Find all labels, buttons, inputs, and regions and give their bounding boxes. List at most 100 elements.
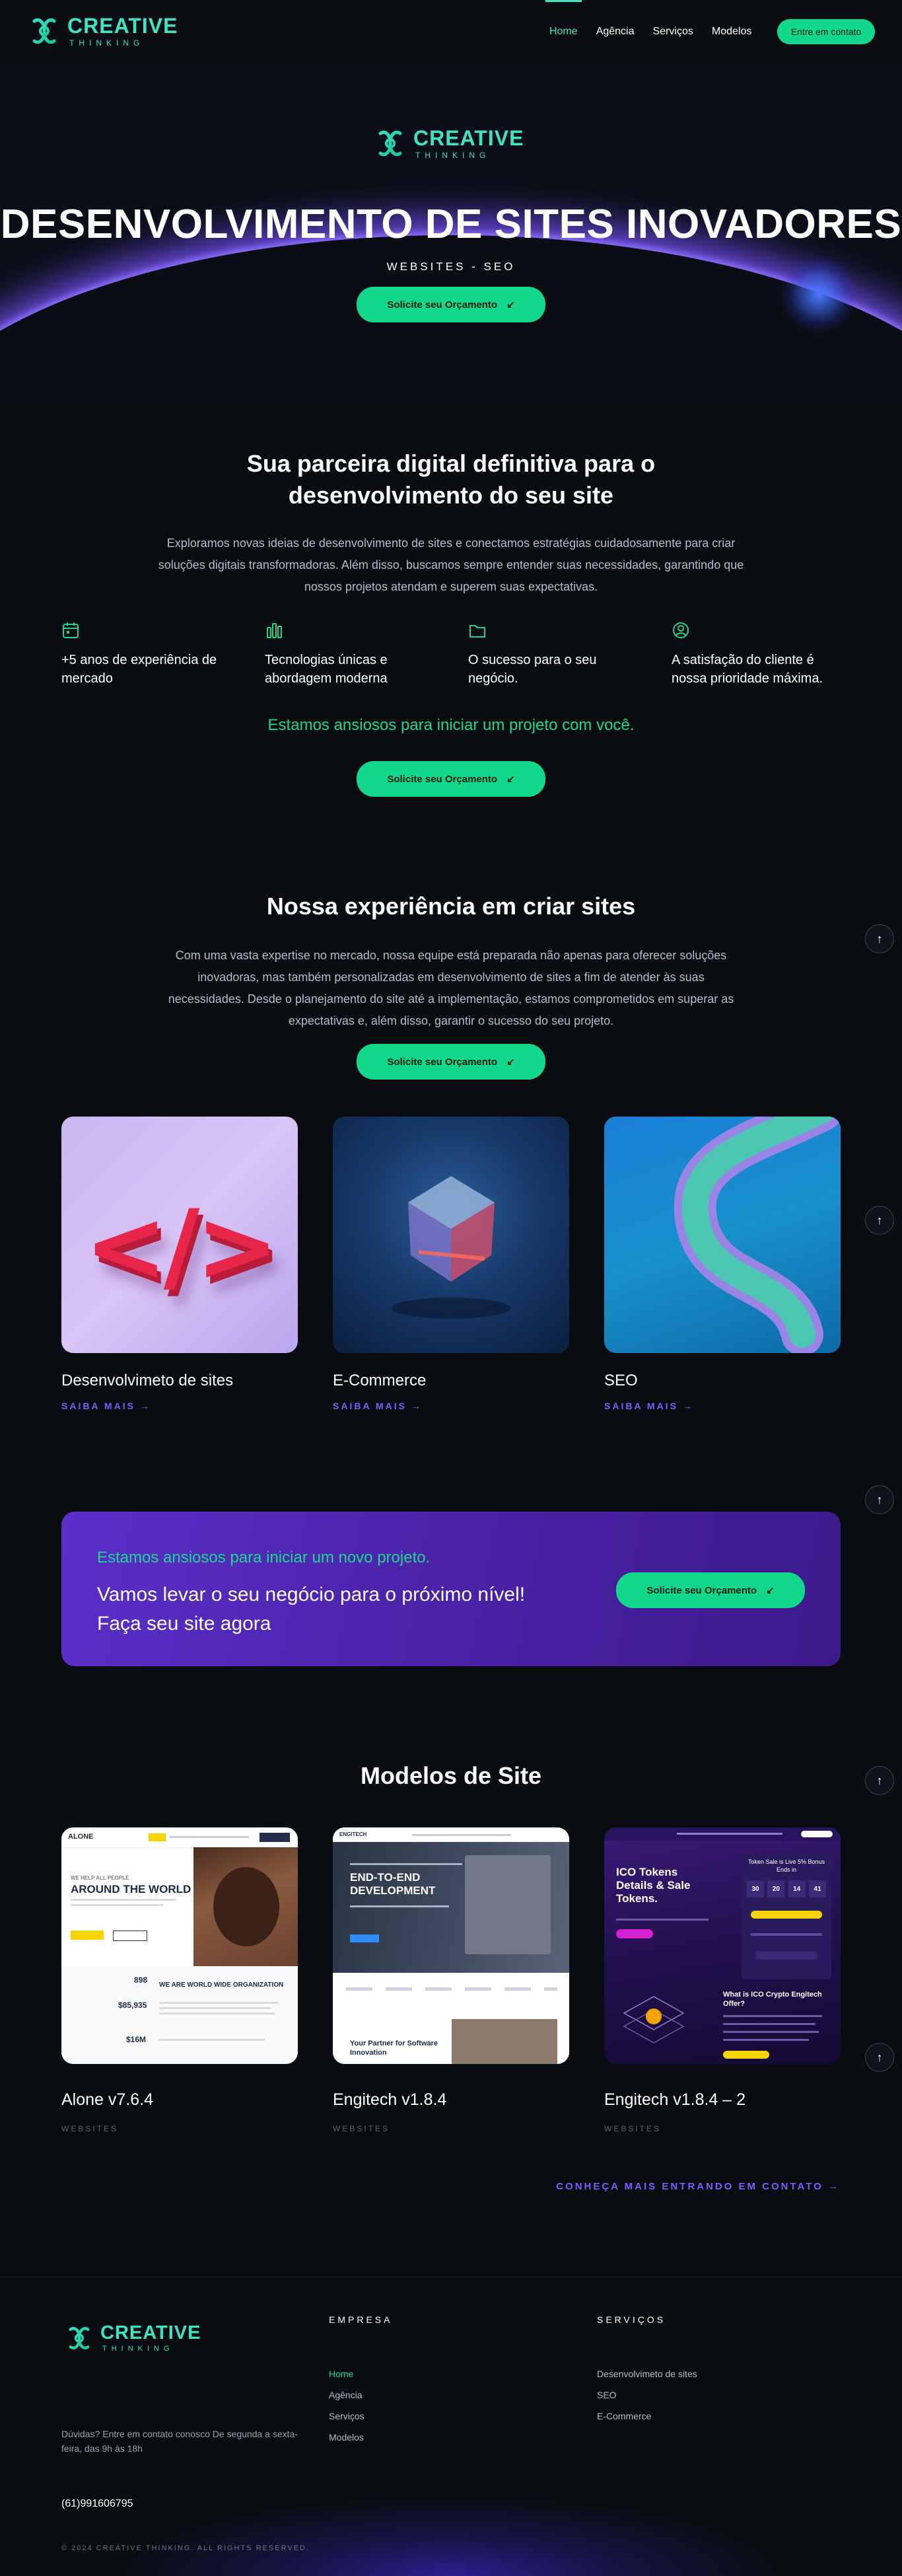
template-title: Engitech v1.8.4 – 2 bbox=[604, 2090, 746, 2109]
spiral-shape-image bbox=[604, 1117, 841, 1353]
calendar-icon bbox=[63, 622, 79, 638]
experience-quote-button[interactable]: Solicite seu Orçamento ↙ bbox=[357, 1044, 545, 1080]
arrow-right-icon: → bbox=[682, 1401, 694, 1411]
intro-quote-button[interactable]: Solicite seu Orçamento ↙ bbox=[357, 761, 545, 797]
footer-link-modelos[interactable]: Modelos bbox=[329, 2432, 364, 2443]
hero-quote-button[interactable]: Solicite seu Orçamento ↙ bbox=[357, 287, 545, 322]
nav-item-modelos[interactable]: Modelos bbox=[703, 0, 761, 63]
service-card-seo[interactable]: SEO SAIBA MAIS → bbox=[604, 1117, 841, 1411]
arrow-up-icon: ↑ bbox=[876, 1492, 883, 1506]
footer-company-heading: EMPRESA bbox=[329, 2314, 393, 2325]
footer-contact-text: Dúvidas? Entre em contato conosco De seg… bbox=[61, 2429, 298, 2454]
footer-link-agencia[interactable]: Agência bbox=[329, 2390, 363, 2400]
experience-title: Nossa experiência em criar sites bbox=[266, 893, 636, 920]
feature-technology-text: Tecnologias únicas e abordagem moderna bbox=[265, 653, 388, 686]
feature-experience-text: +5 anos de experiência de mercado bbox=[61, 653, 217, 686]
ico-hours: 20 bbox=[767, 1880, 785, 1897]
contact-more-link[interactable]: CONHEÇA MAIS ENTRANDO EM CONTATO → bbox=[556, 2181, 840, 2192]
alone-stat-1: 898 bbox=[134, 1975, 148, 1985]
folder-icon bbox=[469, 625, 485, 638]
scroll-top-button[interactable]: ↑ bbox=[865, 924, 894, 953]
template-tag: WEBSITES bbox=[333, 2124, 390, 2133]
footer-link-seo[interactable]: SEO bbox=[597, 2390, 617, 2400]
alone-preview: ALONE WE HELP ALL PEOPLE AROUND THE WORL… bbox=[61, 1827, 298, 2064]
feature-satisfaction-text: A satisfação do cliente é nossa priorida… bbox=[672, 653, 823, 686]
experience-paragraph: Com uma vasta expertise no mercado, noss… bbox=[168, 949, 734, 1027]
arrow-up-icon: ↑ bbox=[876, 2050, 883, 2064]
intro-quote-label: Solicite seu Orçamento bbox=[387, 773, 498, 785]
code-brackets-image: </> bbox=[61, 1117, 298, 1353]
arrow-right-icon: → bbox=[828, 2181, 840, 2192]
hero-subtitle: WEBSITES - SEO bbox=[386, 260, 516, 273]
cta-quote-label: Solicite seu Orçamento bbox=[646, 1584, 757, 1596]
footer-copyright: © 2024 CREATIVE THINKING. ALL RIGHTS RES… bbox=[61, 2544, 310, 2552]
alone-stat-3: $16M bbox=[126, 2035, 147, 2044]
brand-logo[interactable]: CREATIVE THINKING bbox=[28, 15, 178, 48]
ico-headline: ICO Tokens Details & Sale Tokens. bbox=[616, 1866, 691, 1905]
service-card-title: SEO bbox=[604, 1372, 638, 1389]
engitech-preview: ENGITECH END-TO-END DEVELOPMENT Your Par… bbox=[333, 1827, 569, 2064]
hero-brand-tagline: THINKING bbox=[415, 151, 491, 160]
scroll-top-button[interactable]: ↑ bbox=[865, 1485, 894, 1514]
hero-brand-name: CREATIVE bbox=[413, 126, 524, 150]
ico-offer: What is ICO Crypto Engitech Offer? bbox=[723, 1991, 822, 2008]
feature-technology: Tecnologias únicas e abordagem moderna bbox=[265, 621, 423, 688]
footer-link-home[interactable]: Home bbox=[329, 2369, 353, 2379]
bar-chart-icon bbox=[267, 623, 282, 638]
template-card-alone[interactable]: ALONE WE HELP ALL PEOPLE AROUND THE WORL… bbox=[61, 1827, 298, 2133]
hero-logo-mark-icon bbox=[374, 127, 407, 160]
cta-line-1: Vamos levar o seu negócio para o próximo… bbox=[97, 1584, 526, 1605]
template-card-engitech[interactable]: ENGITECH END-TO-END DEVELOPMENT Your Par… bbox=[333, 1827, 569, 2133]
saiba-mais-link[interactable]: SAIBA MAIS → bbox=[604, 1401, 841, 1411]
template-tag: WEBSITES bbox=[604, 2124, 662, 2133]
arrow-up-icon: ↑ bbox=[876, 1213, 883, 1227]
arrow-right-icon: → bbox=[411, 1401, 423, 1411]
intro-title: Sua parceira digital definitiva para o d… bbox=[0, 448, 902, 511]
alone-headline: AROUND THE WORLD bbox=[71, 1883, 191, 1895]
footer-link-servicos[interactable]: Serviços bbox=[329, 2411, 364, 2421]
nav-item-servicos[interactable]: Serviços bbox=[644, 0, 703, 63]
feature-experience: +5 anos de experiência de mercado bbox=[61, 621, 220, 688]
experience-quote-label: Solicite seu Orçamento bbox=[387, 1056, 498, 1068]
arrow-down-left-icon: ↙ bbox=[506, 1056, 515, 1068]
template-title: Alone v7.6.4 bbox=[61, 2090, 153, 2109]
cta-quote-button[interactable]: Solicite seu Orçamento ↙ bbox=[616, 1572, 805, 1608]
footer-logo-mark-icon bbox=[65, 2324, 94, 2353]
service-card-sites[interactable]: </> Desenvolvimeto de sites SAIBA MAIS → bbox=[61, 1117, 298, 1411]
nav-item-agencia[interactable]: Agência bbox=[587, 0, 644, 63]
hero-title: DESENVOLVIMENTO DE SITES INOVADORES bbox=[0, 202, 902, 247]
site-footer: CREATIVE THINKING Dúvidas? Entre em cont… bbox=[0, 2277, 902, 2576]
saiba-mais-link[interactable]: SAIBA MAIS → bbox=[61, 1401, 298, 1411]
footer-link-sites[interactable]: Desenvolvimeto de sites bbox=[597, 2369, 697, 2379]
footer-brand-name: CREATIVE bbox=[100, 2322, 201, 2343]
site-header: CREATIVE THINKING Home Agência Serviços … bbox=[0, 0, 902, 64]
logo-mark-icon bbox=[28, 15, 61, 48]
nav-item-home[interactable]: Home bbox=[540, 0, 587, 63]
template-card-engitech-2[interactable]: ICO Tokens Details & Sale Tokens. Token … bbox=[604, 1827, 841, 2133]
glass-cube-image bbox=[333, 1117, 569, 1353]
cta-banner: Estamos ansiosos para iniciar um novo pr… bbox=[61, 1512, 841, 1666]
cta-note: Estamos ansiosos para iniciar um novo pr… bbox=[97, 1549, 431, 1566]
feature-success-text: O sucesso para o seu negócio. bbox=[468, 653, 597, 686]
alone-section: WE ARE WORLD WIDE ORGANIZATION bbox=[159, 1981, 284, 1989]
intro-note: Estamos ansiosos para iniciar um projeto… bbox=[267, 716, 635, 734]
hero-quote-label: Solicite seu Orçamento bbox=[387, 299, 498, 311]
alone-kicker: WE HELP ALL PEOPLE bbox=[71, 1875, 129, 1881]
intro-title-text: Sua parceira digital definitiva para o d… bbox=[246, 450, 656, 509]
ico-box-title: Token Sale is Live 5% Bonus Ends in bbox=[747, 1858, 825, 1873]
footer-services-heading: SERVIÇOS bbox=[597, 2314, 666, 2325]
scroll-top-button[interactable]: ↑ bbox=[865, 1206, 894, 1235]
saiba-mais-link[interactable]: SAIBA MAIS → bbox=[333, 1401, 569, 1411]
user-circle-icon bbox=[673, 622, 689, 638]
footer-logo[interactable]: CREATIVE THINKING bbox=[65, 2324, 201, 2353]
contact-button[interactable]: Entre em contato bbox=[777, 19, 875, 44]
hero-section: CREATIVE THINKING DESENVOLVIMENTO DE SIT… bbox=[0, 63, 902, 407]
footer-brand-tagline: THINKING bbox=[102, 2345, 174, 2353]
arrow-down-left-icon: ↙ bbox=[506, 299, 515, 311]
intro-paragraph: Exploramos novas ideias de desenvolvimen… bbox=[158, 536, 744, 593]
service-card-ecommerce[interactable]: E-Commerce SAIBA MAIS → bbox=[333, 1117, 569, 1411]
engitech-ico-preview: ICO Tokens Details & Sale Tokens. Token … bbox=[604, 1827, 841, 2064]
footer-link-ecommerce[interactable]: E-Commerce bbox=[597, 2411, 651, 2421]
scroll-top-button[interactable]: ↑ bbox=[865, 2043, 894, 2072]
feature-success: O sucesso para o seu negócio. bbox=[468, 621, 627, 688]
